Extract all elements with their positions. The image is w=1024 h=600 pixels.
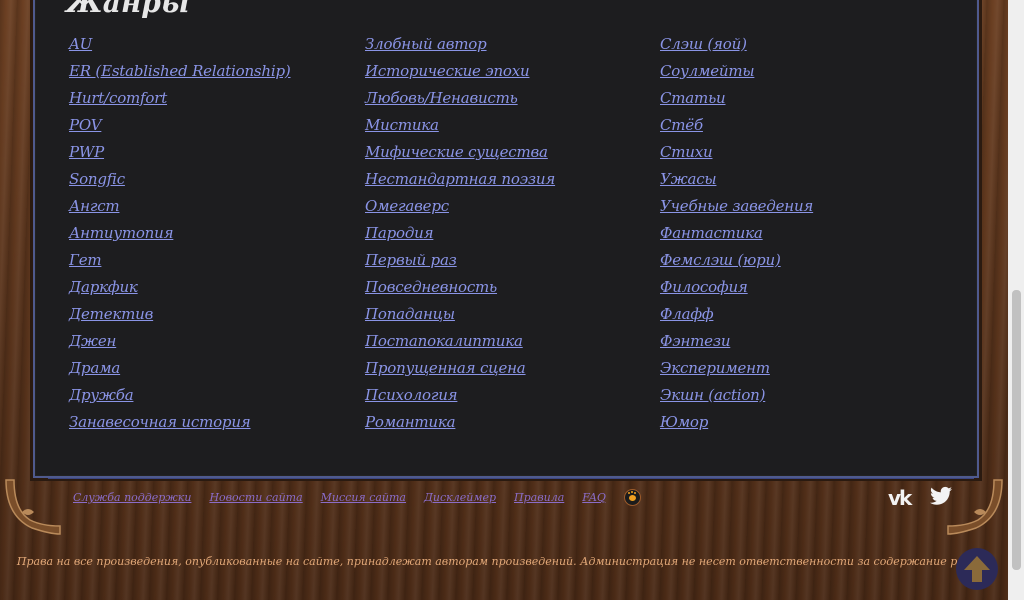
- genre-link[interactable]: Повседневность: [365, 277, 655, 304]
- footer-link-mission[interactable]: Миссия сайта: [321, 491, 406, 504]
- genre-link[interactable]: Флафф: [660, 304, 950, 331]
- genre-link[interactable]: Ангст: [69, 196, 359, 223]
- genre-link[interactable]: Hurt/comfort: [69, 88, 359, 115]
- genre-link[interactable]: Попаданцы: [365, 304, 655, 331]
- genre-link[interactable]: Злобный автор: [365, 34, 655, 61]
- genre-link[interactable]: Романтика: [365, 412, 655, 439]
- genre-link[interactable]: Постапокалиптика: [365, 331, 655, 358]
- genre-link[interactable]: Статьи: [660, 88, 950, 115]
- footer-link-rules[interactable]: Правила: [514, 491, 564, 504]
- genre-link[interactable]: Фэнтези: [660, 331, 950, 358]
- genre-link[interactable]: Джен: [69, 331, 359, 358]
- footer-link-faq[interactable]: FAQ: [582, 491, 606, 504]
- copyright-text: Права на все произведения, опубликованны…: [16, 555, 992, 568]
- footer-link-support[interactable]: Служба поддержки: [73, 491, 191, 504]
- genre-link[interactable]: Драма: [69, 358, 359, 385]
- genre-link[interactable]: Ужасы: [660, 169, 950, 196]
- footer-link-news[interactable]: Новости сайта: [209, 491, 302, 504]
- genre-link[interactable]: Слэш (яой): [660, 34, 950, 61]
- genre-link[interactable]: Омегаверс: [365, 196, 655, 223]
- genre-link[interactable]: Фемслэш (юри): [660, 250, 950, 277]
- genre-link[interactable]: Дружба: [69, 385, 359, 412]
- genre-link[interactable]: ER (Established Relationship): [69, 61, 359, 88]
- twitter-icon[interactable]: [930, 486, 952, 506]
- genre-link[interactable]: Детектив: [69, 304, 359, 331]
- arrow-up-icon: [964, 556, 990, 582]
- scroll-to-top-button[interactable]: [956, 548, 998, 590]
- paw-icon[interactable]: [623, 489, 641, 506]
- genre-column-1: AU ER (Established Relationship) Hurt/co…: [69, 34, 359, 439]
- genre-link[interactable]: Экшн (action): [660, 385, 950, 412]
- genre-link[interactable]: Пародия: [365, 223, 655, 250]
- genre-link[interactable]: POV: [69, 115, 359, 142]
- genre-link[interactable]: Любовь/Ненависть: [365, 88, 655, 115]
- genre-link[interactable]: PWP: [69, 142, 359, 169]
- corner-ornament-left-icon: [5, 479, 61, 535]
- genre-column-3: Слэш (яой) Соулмейты Статьи Стёб Стихи У…: [660, 34, 950, 439]
- genre-link[interactable]: AU: [69, 34, 359, 61]
- genre-link[interactable]: Философия: [660, 277, 950, 304]
- scrollbar-thumb[interactable]: [1012, 290, 1021, 570]
- genre-link[interactable]: Занавесочная история: [69, 412, 359, 439]
- genre-link[interactable]: Стёб: [660, 115, 950, 142]
- genre-link[interactable]: Первый раз: [365, 250, 655, 277]
- genre-column-2: Злобный автор Исторические эпохи Любовь/…: [365, 34, 655, 439]
- genre-link[interactable]: Songfic: [69, 169, 359, 196]
- genres-heading: Жанры: [66, 0, 190, 19]
- genre-link[interactable]: Даркфик: [69, 277, 359, 304]
- genre-link[interactable]: Соулмейты: [660, 61, 950, 88]
- genre-link[interactable]: Исторические эпохи: [365, 61, 655, 88]
- corner-ornament-right-icon: [947, 479, 1003, 535]
- vk-icon[interactable]: vk: [888, 486, 912, 510]
- genre-link[interactable]: Учебные заведения: [660, 196, 950, 223]
- genre-link[interactable]: Фантастика: [660, 223, 950, 250]
- genre-link[interactable]: Антиутопия: [69, 223, 359, 250]
- genre-link[interactable]: Гет: [69, 250, 359, 277]
- genre-link[interactable]: Пропущенная сцена: [365, 358, 655, 385]
- genre-link[interactable]: Нестандартная поэзия: [365, 169, 655, 196]
- footer-nav: Служба поддержки Новости сайта Миссия са…: [73, 489, 641, 506]
- genre-link[interactable]: Мистика: [365, 115, 655, 142]
- genre-link[interactable]: Стихи: [660, 142, 950, 169]
- footer-divider: [48, 478, 974, 479]
- genre-link[interactable]: Юмор: [660, 412, 950, 439]
- genre-link[interactable]: Эксперимент: [660, 358, 950, 385]
- genre-link[interactable]: Психология: [365, 385, 655, 412]
- genre-link[interactable]: Мифические существа: [365, 142, 655, 169]
- footer-link-disclaimer[interactable]: Дисклеймер: [424, 491, 496, 504]
